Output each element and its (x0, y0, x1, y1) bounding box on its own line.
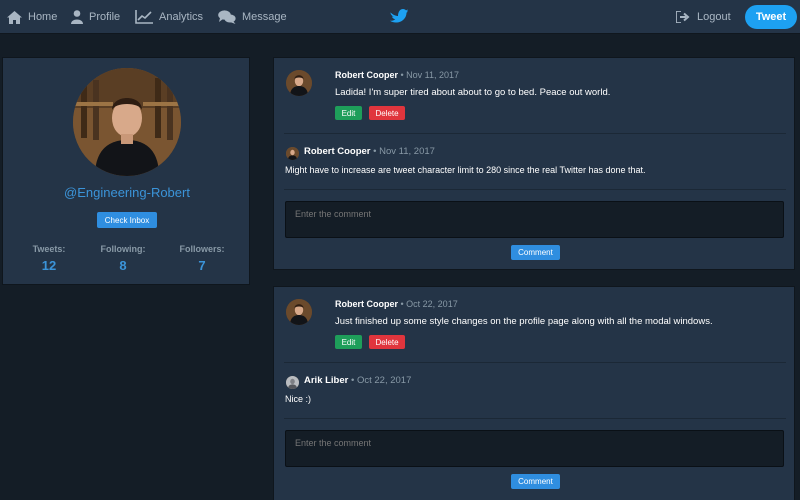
nav-logout-label: Logout (697, 11, 731, 23)
profile-card: @Engineering-Robert Check Inbox Tweets: … (2, 57, 250, 285)
stat-tweets[interactable]: Tweets: 12 (14, 244, 84, 273)
nav-analytics-label: Analytics (159, 11, 204, 23)
stat-value: 7 (198, 258, 206, 273)
tweet-card: Robert Cooper • Oct 22, 2017 Just finish… (273, 286, 795, 500)
author-name: Robert Cooper (304, 146, 371, 157)
sign-out-icon (676, 11, 690, 23)
tweet-text: Ladida! I'm super tired about about to g… (335, 87, 611, 98)
tweet-author[interactable]: Robert Cooper • Nov 11, 2017 (335, 70, 459, 80)
comment-input[interactable] (285, 201, 784, 238)
nav-home-label: Home (28, 11, 58, 23)
comment-avatar (286, 376, 299, 389)
tweet-card: Robert Cooper • Nov 11, 2017 Ladida! I'm… (273, 57, 795, 270)
top-navbar: Home Profile Analytics Message Logout Tw… (0, 0, 800, 34)
author-name: Arik Liber (304, 375, 349, 386)
stat-value: 12 (41, 258, 57, 273)
tweet-button[interactable]: Tweet (745, 5, 797, 29)
comment-avatar (286, 147, 299, 160)
comment-button[interactable]: Comment (511, 245, 560, 260)
stat-following[interactable]: Following: 8 (88, 244, 158, 273)
delete-button[interactable]: Delete (369, 106, 405, 120)
chart-line-icon (135, 10, 153, 24)
divider (284, 133, 786, 134)
nav-profile[interactable]: Profile (71, 0, 120, 34)
profile-handle[interactable]: @Engineering-Robert (3, 185, 251, 200)
check-inbox-button[interactable]: Check Inbox (97, 212, 157, 228)
comment-author[interactable]: Arik Liber • Oct 22, 2017 (304, 375, 411, 386)
stat-label: Tweets: (32, 244, 66, 254)
stat-value: 8 (119, 258, 127, 273)
divider (284, 362, 786, 363)
tweet-author[interactable]: Robert Cooper • Oct 22, 2017 (335, 299, 458, 309)
avatar (286, 70, 312, 96)
twitter-bird-icon[interactable] (390, 8, 408, 28)
stat-label: Followers: (179, 244, 225, 254)
comment-date: • Nov 11, 2017 (373, 146, 435, 157)
comment-date: • Oct 22, 2017 (351, 375, 412, 386)
tweet-date: • Oct 22, 2017 (400, 299, 458, 309)
nav-analytics[interactable]: Analytics (135, 0, 203, 34)
comments-icon (218, 10, 236, 24)
tweet-date: • Nov 11, 2017 (400, 70, 460, 80)
stat-label: Following: (100, 244, 146, 254)
nav-home[interactable]: Home (7, 0, 57, 34)
comment-author[interactable]: Robert Cooper • Nov 11, 2017 (304, 146, 435, 157)
comment-text: Nice :) (285, 394, 312, 404)
divider (284, 418, 786, 419)
edit-button[interactable]: Edit (335, 106, 362, 120)
avatar (286, 299, 312, 325)
profile-avatar (73, 68, 181, 176)
nav-message[interactable]: Message (218, 0, 287, 34)
user-icon (71, 10, 83, 24)
edit-button[interactable]: Edit (335, 335, 362, 349)
comment-input[interactable] (285, 430, 784, 467)
comment-button[interactable]: Comment (511, 474, 560, 489)
comment-text: Might have to increase are tweet charact… (285, 165, 646, 175)
stat-followers[interactable]: Followers: 7 (167, 244, 237, 273)
nav-profile-label: Profile (89, 11, 121, 23)
tweet-text: Just finished up some style changes on t… (335, 316, 713, 327)
author-name: Robert Cooper (335, 70, 398, 80)
divider (284, 189, 786, 190)
nav-message-label: Message (242, 11, 287, 23)
home-icon (7, 10, 22, 24)
nav-logout[interactable]: Logout (676, 0, 731, 34)
delete-button[interactable]: Delete (369, 335, 405, 349)
author-name: Robert Cooper (335, 299, 398, 309)
